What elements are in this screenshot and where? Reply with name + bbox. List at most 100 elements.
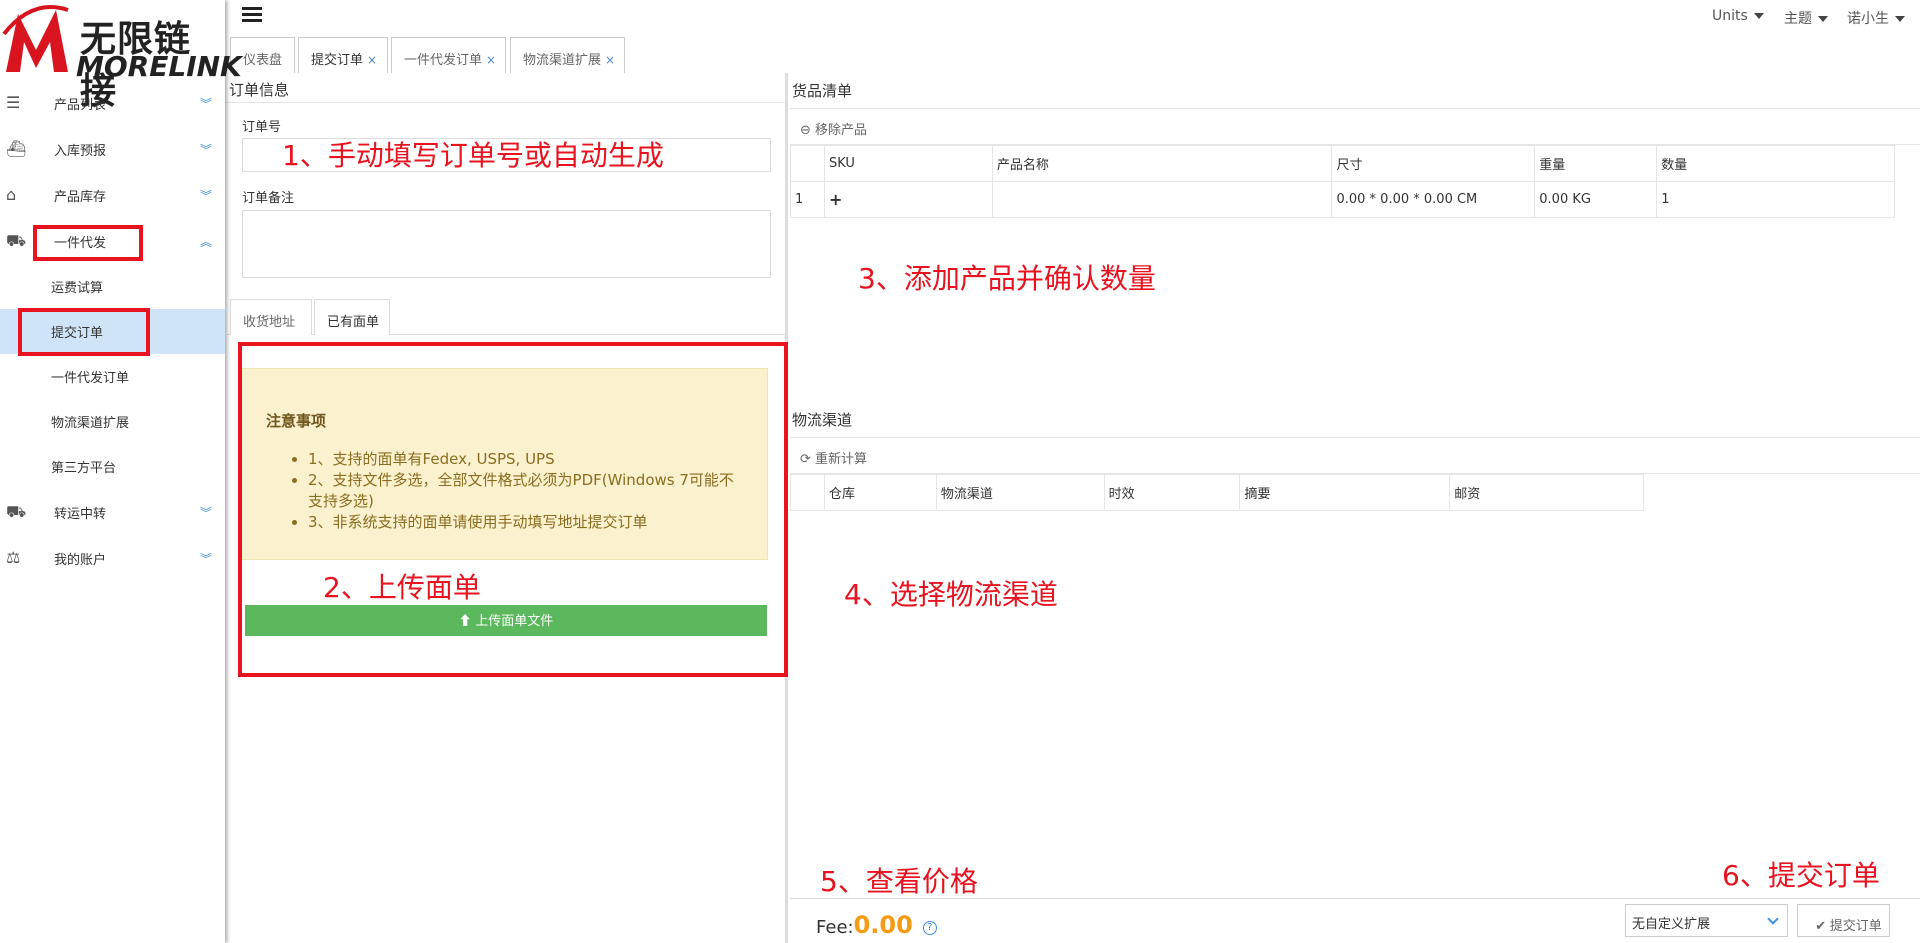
tab-label: 一件代发订单: [404, 53, 483, 68]
tab-label: 收货地址: [243, 315, 296, 330]
table-row: 1 + 0.00 * 0.00 * 0.00 CM 0.00 KG 1: [790, 181, 1895, 218]
chevron-down-icon: ︾: [200, 551, 213, 566]
extension-select-value: 无自定义扩展: [1632, 917, 1711, 932]
order-remark-label: 订单备注: [242, 191, 295, 206]
sidebar-subitem-dropship-orders[interactable]: 一件代发订单: [0, 354, 225, 399]
fee-value: 0.00: [853, 911, 913, 939]
chevron-down-icon: ︾: [200, 142, 213, 157]
extension-select[interactable]: 无自定义扩展: [1625, 904, 1788, 937]
user-name: 诺小生: [1847, 11, 1889, 27]
tab-dropship-orders[interactable]: 一件代发订单 ×: [391, 37, 506, 73]
sidebar-item-transit[interactable]: ⛟ 转运中转 ︾: [0, 489, 225, 535]
units-label: Units: [1712, 8, 1748, 24]
scale-icon: ⚖: [6, 548, 21, 567]
order-remark-textarea[interactable]: [242, 210, 771, 278]
goods-list-title: 货品清单: [790, 73, 1920, 109]
tab-submit-order[interactable]: 提交订单 ×: [298, 37, 388, 73]
sidebar: 无限链接 MORELINK ☰ 产品列表 ︾ ⛴ 入库预报 ︾ ⌂ 产品库存 ︾…: [0, 0, 242, 943]
tab-label: 已有面单: [327, 315, 380, 330]
sidebar-subitem-channel-extension[interactable]: 物流渠道扩展: [0, 399, 225, 444]
minus-circle-icon: ⊖: [800, 123, 816, 138]
tab-label: 提交订单: [311, 53, 364, 68]
right-panel: 货品清单 ⊖ 移除产品 SKU 产品名称 尺寸 重量 数量 1 + 0.00 *…: [790, 73, 1920, 943]
sidebar-subitem-label: 物流渠道扩展: [51, 416, 130, 431]
sidebar-item-inventory[interactable]: ⌂ 产品库存 ︾: [0, 172, 225, 218]
help-icon[interactable]: ?: [922, 921, 937, 935]
logo-en-text: MORELINK: [76, 50, 242, 83]
tab-label: 仪表盘: [243, 53, 283, 68]
chevron-down-icon: [1767, 913, 1779, 925]
hamburger-menu-icon[interactable]: [242, 7, 262, 23]
chevron-down-icon: ︾: [200, 505, 213, 520]
tab-shipping-address[interactable]: 收货地址: [230, 299, 312, 335]
goods-table: SKU 产品名称 尺寸 重量 数量 1 + 0.00 * 0.00 * 0.00…: [790, 145, 1895, 218]
logistics-table: 仓库 物流渠道 时效 摘要 邮资: [790, 474, 1644, 511]
chevron-down-icon: ︾: [200, 96, 213, 111]
top-bar: Units 主题 诺小生: [225, 0, 1920, 30]
sidebar-item-inbound-forecast[interactable]: ⛴ 入库预报 ︾: [0, 126, 225, 172]
close-icon[interactable]: ×: [367, 53, 377, 67]
sidebar-subitem-label: 第三方平台: [51, 461, 117, 476]
fee-label: Fee:: [816, 917, 854, 938]
remove-product-button[interactable]: ⊖ 移除产品: [790, 109, 1920, 145]
size-cell: 0.00 * 0.00 * 0.00 CM: [1331, 181, 1536, 218]
column-header: 邮资: [1449, 474, 1644, 511]
quantity-cell[interactable]: 1: [1656, 181, 1895, 218]
check-icon: ✔: [1815, 918, 1830, 933]
column-header: 物流渠道: [935, 474, 1105, 511]
caret-down-icon: [1895, 16, 1905, 22]
morelink-logo-icon: [2, 5, 69, 72]
highlight-box-dropship: [33, 225, 143, 261]
logistics-title: 物流渠道: [790, 402, 1920, 438]
column-header: 数量: [1656, 145, 1895, 182]
submit-order-label: 提交订单: [1829, 918, 1882, 933]
highlight-box-submit-order: [18, 308, 150, 356]
truck-icon: ⛟: [6, 502, 27, 521]
annotation-step-5: 5、查看价格: [820, 865, 978, 898]
brand-logo[interactable]: 无限链接 MORELINK: [0, 0, 242, 112]
tab-channel-extension[interactable]: 物流渠道扩展 ×: [510, 37, 625, 73]
theme-label: 主题: [1784, 11, 1812, 27]
chevron-up-icon: ︽: [200, 234, 213, 249]
sidebar-item-label: 我的账户: [54, 552, 107, 568]
column-header: 仓库: [823, 474, 937, 511]
row-index: 1: [790, 181, 825, 218]
caret-down-icon: [1818, 16, 1828, 22]
user-dropdown[interactable]: 诺小生: [1847, 8, 1905, 28]
product-name-cell: [991, 181, 1333, 218]
theme-dropdown[interactable]: 主题: [1784, 8, 1828, 28]
goods-table-header: SKU 产品名称 尺寸 重量 数量: [790, 145, 1895, 182]
sidebar-subitem-shipping-calc[interactable]: 运费试算: [0, 264, 225, 309]
annotation-step-6: 6、提交订单: [1722, 859, 1880, 892]
refresh-icon: ⟳: [800, 452, 816, 467]
close-icon[interactable]: ×: [605, 53, 615, 67]
close-icon[interactable]: ×: [486, 53, 496, 67]
annotation-step-3: 3、添加产品并确认数量: [858, 262, 1156, 295]
sidebar-item-my-account[interactable]: ⚖ 我的账户 ︾: [0, 535, 225, 581]
sidebar-subitem-third-party[interactable]: 第三方平台: [0, 444, 225, 489]
remove-product-label: 移除产品: [815, 123, 868, 138]
add-sku-button[interactable]: +: [823, 181, 993, 218]
submit-order-button[interactable]: ✔ 提交订单: [1797, 904, 1890, 937]
order-footer: Fee:0.00? 无自定义扩展 ✔ 提交订单: [790, 898, 1920, 943]
sidebar-item-label: 产品库存: [54, 189, 107, 205]
order-number-label: 订单号: [242, 120, 282, 135]
list-icon: ☰: [6, 93, 21, 112]
column-header: 尺寸: [1331, 145, 1536, 182]
highlight-box-upload: [238, 342, 788, 677]
column-header: 时效: [1103, 474, 1241, 511]
sidebar-subitem-label: 运费试算: [51, 281, 104, 296]
sidebar-item-label: 入库预报: [54, 143, 107, 159]
recalculate-button[interactable]: ⟳ 重新计算: [790, 438, 1920, 474]
ship-icon: ⛴: [6, 139, 27, 158]
sidebar-item-product-list[interactable]: ☰ 产品列表 ︾: [0, 80, 225, 126]
annotation-step-1: 1、手动填写订单号或自动生成: [282, 139, 664, 172]
tab-existing-label[interactable]: 已有面单: [314, 299, 390, 335]
index-header: [790, 474, 825, 511]
column-header: SKU: [823, 145, 993, 182]
units-dropdown[interactable]: Units: [1712, 8, 1764, 24]
truck-icon: ⛟: [6, 231, 27, 250]
fee-display: Fee:0.00?: [816, 911, 937, 939]
recalculate-label: 重新计算: [815, 452, 868, 467]
tab-label: 物流渠道扩展: [523, 53, 602, 68]
